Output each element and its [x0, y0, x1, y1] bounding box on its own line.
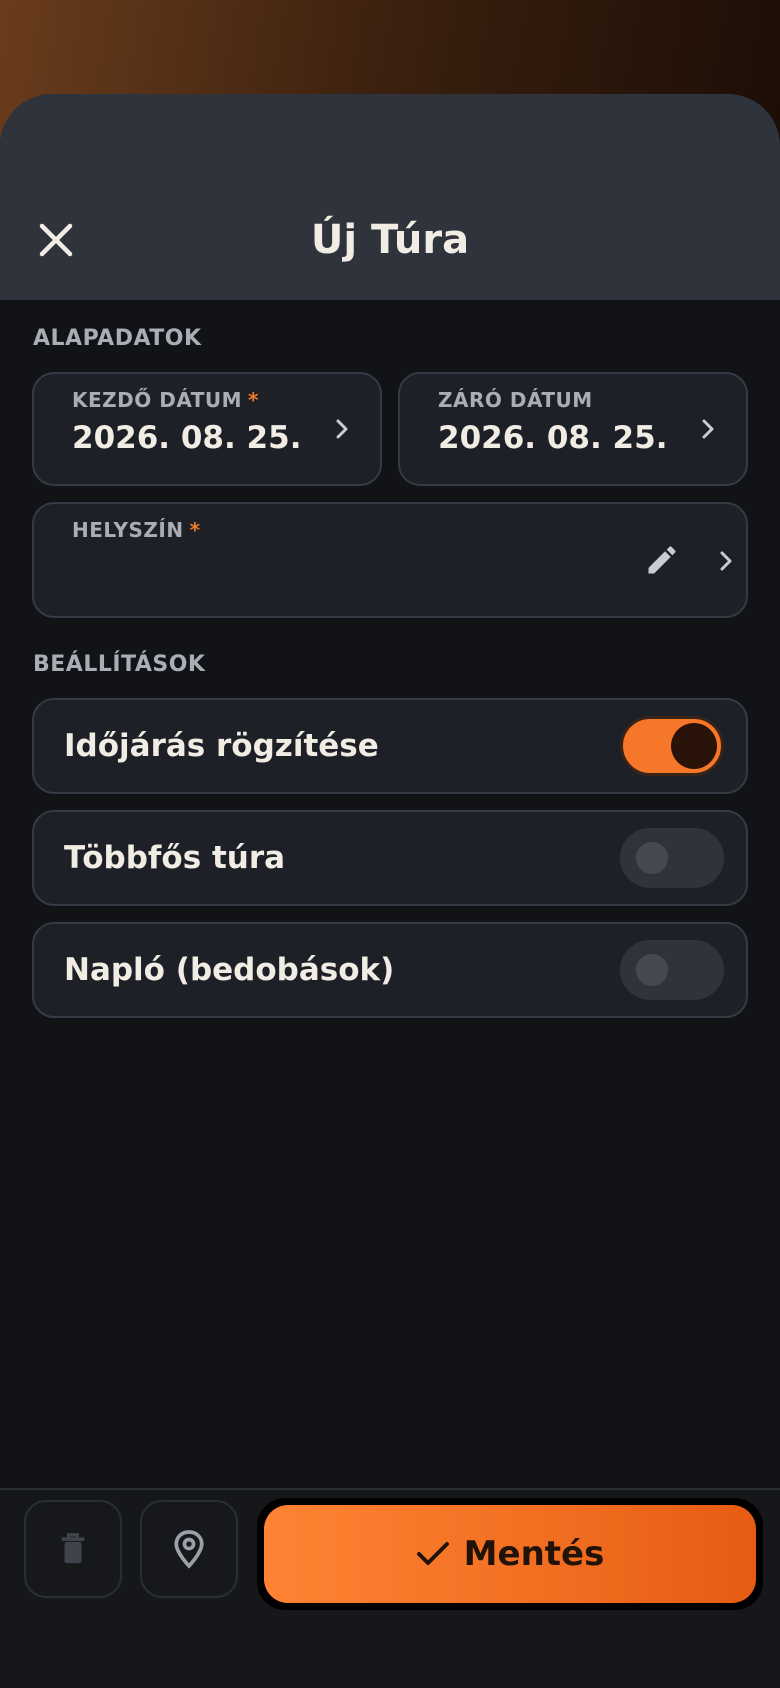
toggle-label-weather: Időjárás rögzítése: [64, 728, 379, 764]
section-label-settings: BEÁLLÍTÁSOK: [33, 652, 206, 677]
toggle-label-log: Napló (bedobások): [64, 952, 395, 988]
chevron-right-icon: [720, 551, 732, 571]
toggle-row-log: Napló (bedobások): [32, 922, 748, 1018]
toggle-knob: [636, 954, 668, 986]
location-label: HELYSZÍN *: [72, 518, 201, 542]
toggle-row-group-trip: Többfős túra: [32, 810, 748, 906]
chevron-right-icon: [702, 419, 714, 439]
toggle-knob: [636, 842, 668, 874]
location-pin-icon: [174, 1530, 204, 1569]
new-trip-sheet: Új Túra ALAPADATOK KEZDŐ DÁTUM * 2026. 08…: [0, 94, 780, 1688]
save-label: Mentés: [463, 1534, 605, 1574]
pencil-icon[interactable]: [644, 542, 680, 578]
toggle-row-weather: Időjárás rögzítése: [32, 698, 748, 794]
toggle-knob: [671, 723, 717, 769]
required-mark: *: [248, 388, 260, 412]
section-label-basic: ALAPADATOK: [33, 326, 202, 351]
start-date-field[interactable]: KEZDŐ DÁTUM * 2026. 08. 25.: [32, 372, 382, 486]
delete-button[interactable]: [24, 1500, 122, 1598]
start-date-value: 2026. 08. 25.: [72, 420, 302, 456]
sheet-header: Új Túra: [0, 94, 780, 300]
required-mark: *: [189, 518, 201, 542]
location-field[interactable]: HELYSZÍN *: [32, 502, 748, 618]
end-date-label: ZÁRÓ DÁTUM: [438, 388, 593, 412]
group-trip-toggle[interactable]: [620, 828, 724, 888]
page-title: Új Túra: [310, 217, 470, 263]
trash-icon: [61, 1533, 85, 1564]
end-date-value: 2026. 08. 25.: [438, 420, 668, 456]
start-date-label: KEZDŐ DÁTUM *: [72, 388, 260, 412]
chevron-right-icon: [336, 419, 348, 439]
toggle-label-group-trip: Többfős túra: [64, 840, 286, 876]
log-toggle[interactable]: [620, 940, 724, 1000]
end-date-field[interactable]: ZÁRÓ DÁTUM 2026. 08. 25.: [398, 372, 748, 486]
location-button[interactable]: [140, 1500, 238, 1598]
save-button[interactable]: Mentés: [264, 1505, 756, 1603]
weather-toggle[interactable]: [620, 716, 724, 776]
checkmark-icon: [416, 1542, 449, 1565]
